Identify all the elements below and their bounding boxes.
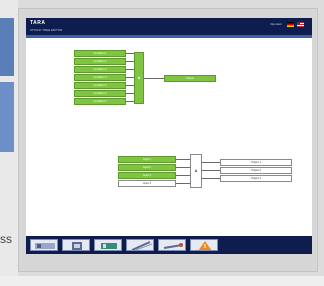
tree1-input-node[interactable]: Condition 5 bbox=[74, 82, 126, 89]
wire-icon[interactable] bbox=[126, 239, 154, 251]
diagram-canvas[interactable]: Condition 1 Condition 2 Condition 3 Cond… bbox=[26, 38, 312, 236]
tree2-input-node[interactable]: Input 1 bbox=[118, 156, 176, 163]
and-gate[interactable]: & bbox=[190, 154, 202, 188]
tree2-input-node[interactable]: Input 4 bbox=[118, 180, 176, 187]
and-gate[interactable]: & bbox=[134, 52, 144, 104]
connector-line bbox=[126, 93, 134, 94]
connector-line bbox=[126, 53, 134, 54]
tree1-output-node[interactable]: Output bbox=[164, 75, 216, 82]
module-icon[interactable] bbox=[62, 239, 90, 251]
tool-icon[interactable] bbox=[158, 239, 186, 251]
tree1-input-node[interactable]: Condition 7 bbox=[74, 98, 126, 105]
connector-line bbox=[176, 183, 190, 184]
connector-line bbox=[202, 178, 220, 179]
connector-line bbox=[126, 69, 134, 70]
app-subtitle: ATTACK TREE EDITOR bbox=[30, 28, 63, 32]
us-flag-icon[interactable] bbox=[297, 22, 304, 27]
connector-line bbox=[176, 167, 190, 168]
tree2-output-node[interactable]: Output 1 bbox=[220, 159, 292, 166]
warning-icon[interactable] bbox=[190, 239, 218, 251]
bottom-strip bbox=[0, 276, 324, 286]
tree1-input-node[interactable]: Condition 4 bbox=[74, 74, 126, 81]
background-tab bbox=[0, 82, 14, 152]
connector-line bbox=[202, 162, 220, 163]
connector-line bbox=[126, 101, 134, 102]
tree2-output-node[interactable]: Output 3 bbox=[220, 175, 292, 182]
tree2-input-node[interactable]: Input 2 bbox=[118, 164, 176, 171]
panel-icon[interactable] bbox=[30, 239, 58, 251]
tree1-input-node[interactable]: Condition 1 bbox=[74, 50, 126, 57]
tree2-output-node[interactable]: Output 2 bbox=[220, 167, 292, 174]
bottom-toolbar bbox=[26, 236, 312, 254]
connector-line bbox=[144, 78, 164, 79]
de-flag-icon[interactable] bbox=[287, 22, 294, 27]
background-page: ss bbox=[0, 0, 18, 286]
connector-line bbox=[126, 77, 134, 78]
app-logo: TARA bbox=[30, 20, 46, 26]
tree1-input-node[interactable]: Condition 2 bbox=[74, 58, 126, 65]
connector-line bbox=[126, 61, 134, 62]
connector-line bbox=[126, 85, 134, 86]
device-icon[interactable] bbox=[94, 239, 122, 251]
header-info: Operator bbox=[270, 22, 282, 26]
tree1-input-node[interactable]: Condition 3 bbox=[74, 66, 126, 73]
app-header: TARA ATTACK TREE EDITOR Operator bbox=[26, 18, 312, 38]
tree2-input-node[interactable]: Input 3 bbox=[118, 172, 176, 179]
connector-line bbox=[202, 170, 220, 171]
connector-line bbox=[176, 159, 190, 160]
background-text: ss bbox=[0, 232, 12, 246]
background-tab bbox=[0, 18, 14, 76]
app-window: TARA ATTACK TREE EDITOR Operator Conditi… bbox=[26, 18, 312, 254]
connector-line bbox=[176, 175, 190, 176]
tree1-input-node[interactable]: Condition 6 bbox=[74, 90, 126, 97]
